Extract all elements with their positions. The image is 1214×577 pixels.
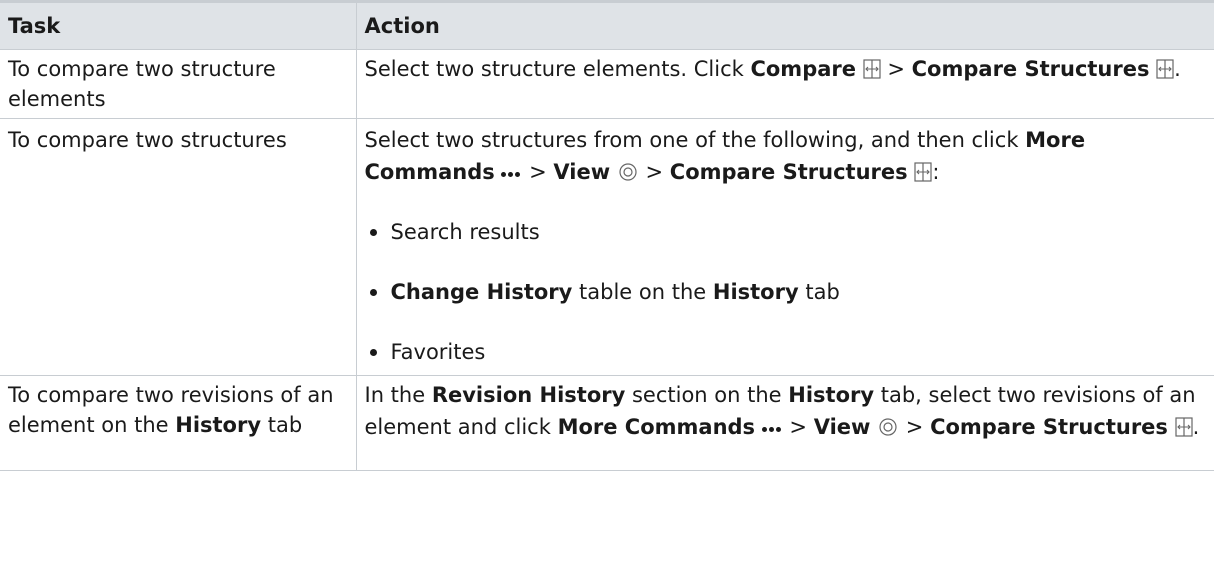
ui-command-view: View [553, 160, 611, 184]
ui-command-view: View [813, 415, 871, 439]
view-icon [877, 417, 899, 437]
compare-structures-icon [1175, 417, 1193, 437]
task-text: To compare two structures [8, 128, 287, 152]
task-cell: To compare two revisions of an element o… [0, 375, 357, 471]
action-cell: Select two structure elements. Click Com… [355, 49, 1214, 119]
ui-command-compare-structures: Compare Structures [930, 415, 1168, 439]
task-text: To compare two structure elements [8, 57, 276, 111]
comparison-tasks-table: Task Action To compare two structure ele… [0, 0, 1214, 471]
compare-structures-icon [914, 162, 932, 182]
source-list: Search results Change History table on t… [365, 217, 1207, 367]
ui-label-change-history: Change History [390, 280, 573, 304]
action-text: Select two structure elements. Click [364, 57, 751, 81]
ui-label-history-tab: History [712, 280, 799, 304]
ui-label-history-tab: History [175, 413, 262, 437]
compare-icon [863, 59, 881, 79]
task-cell: To compare two structures [0, 118, 357, 376]
more-commands-icon [501, 155, 522, 185]
table-row: To compare two structure elements Select… [0, 49, 1214, 119]
action-cell: Select two structures from one of the fo… [355, 118, 1214, 376]
ui-command-compare-structures: Compare Structures [669, 160, 908, 184]
list-item: Change History table on the History tab [365, 277, 1207, 307]
list-item: Favorites [365, 337, 1207, 367]
list-item: Search results [365, 217, 1207, 247]
compare-structures-icon [1156, 59, 1174, 79]
ui-command-compare: Compare [750, 57, 856, 81]
ui-label-revision-history: Revision History [431, 383, 626, 407]
task-cell: To compare two structure elements [0, 49, 357, 119]
ui-command-compare-structures: Compare Structures [911, 57, 1150, 81]
header-task: Task [0, 0, 357, 50]
ui-label-history-tab: History [788, 383, 875, 407]
ui-command-more-commands: More Commands [557, 415, 756, 439]
table-row: To compare two revisions of an element o… [0, 375, 1214, 471]
more-commands-icon [761, 410, 783, 440]
action-cell: In the Revision History section on the H… [355, 375, 1214, 471]
header-action: Action [355, 0, 1214, 50]
table-header-row: Task Action [0, 0, 1214, 50]
view-icon [617, 162, 639, 182]
table-row: To compare two structures Select two str… [0, 118, 1214, 376]
